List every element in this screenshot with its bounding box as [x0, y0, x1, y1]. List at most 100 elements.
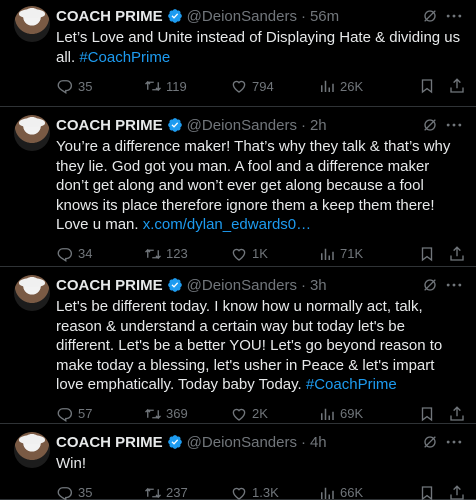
views-icon	[321, 408, 334, 420]
tweet-actions: 57 369 2K 69K	[56, 404, 464, 424]
retweet-button[interactable]: 119	[144, 77, 187, 95]
bookmark-button[interactable]	[418, 405, 440, 423]
views-button[interactable]: 71K	[318, 245, 363, 263]
timeline-feed: COACH PRIME @DeionSanders · 56m Let’s Lo…	[0, 0, 476, 500]
like-icon	[232, 487, 246, 500]
tweet-actions: 35 237 1.3K 66K	[56, 483, 464, 500]
retweet-count: 237	[166, 485, 188, 500]
bookmark-icon	[421, 79, 433, 94]
share-button[interactable]	[448, 405, 470, 423]
like-button[interactable]: 1.3K	[230, 484, 279, 500]
retweet-button[interactable]: 123	[144, 245, 188, 263]
tweet[interactable]: COACH PRIME @DeionSanders · 4h Win! 35 2…	[0, 424, 476, 500]
views-count: 26K	[340, 78, 364, 94]
tweet-header: COACH PRIME @DeionSanders · 2h	[56, 115, 462, 135]
more-icon[interactable]	[444, 432, 464, 452]
timestamp[interactable]: 2h	[310, 117, 327, 134]
tweet-text: You’re a difference maker! That’s why th…	[56, 137, 462, 235]
views-count: 66K	[340, 485, 364, 500]
reply-button[interactable]: 35	[56, 484, 92, 500]
retweet-icon	[145, 248, 161, 259]
tweet[interactable]: COACH PRIME @DeionSanders · 56m Let’s Lo…	[0, 0, 476, 107]
timestamp[interactable]: 3h	[310, 277, 327, 294]
retweet-count: 119	[166, 78, 187, 94]
reply-button[interactable]: 34	[56, 245, 92, 263]
grok-icon[interactable]	[422, 117, 438, 133]
url-link[interactable]: x.com/dylan_edwards0…	[143, 216, 311, 233]
bookmark-icon	[421, 485, 433, 500]
reply-count: 34	[78, 246, 93, 261]
more-icon[interactable]	[444, 275, 464, 295]
retweet-button[interactable]: 237	[144, 484, 188, 500]
separator: ·	[300, 276, 306, 294]
bookmark-button[interactable]	[418, 484, 440, 500]
avatar[interactable]	[14, 115, 50, 151]
tweet-header: COACH PRIME @DeionSanders · 4h	[56, 432, 462, 452]
verified-badge-icon	[167, 118, 182, 132]
grok-icon[interactable]	[422, 277, 438, 293]
avatar[interactable]	[14, 6, 50, 42]
share-icon	[450, 484, 464, 500]
more-icon[interactable]	[444, 6, 464, 26]
views-button[interactable]: 69K	[318, 405, 363, 423]
separator: ·	[300, 433, 306, 451]
tweet-header: COACH PRIME @DeionSanders · 56m	[56, 6, 462, 26]
views-icon	[321, 248, 334, 260]
views-button[interactable]: 66K	[318, 484, 363, 500]
retweet-icon	[145, 408, 161, 419]
retweet-count: 123	[166, 246, 188, 261]
grok-icon[interactable]	[422, 434, 438, 450]
retweet-icon	[145, 80, 161, 92]
reply-icon	[57, 80, 72, 94]
like-button[interactable]: 794	[230, 77, 274, 95]
display-name[interactable]: COACH PRIME	[56, 117, 163, 134]
reply-icon	[57, 407, 72, 422]
like-button[interactable]: 2K	[230, 405, 268, 423]
timestamp[interactable]: 4h	[310, 434, 327, 451]
verified-badge-icon	[167, 9, 182, 23]
reply-button[interactable]: 57	[56, 405, 92, 423]
tweet-text: Let’s Love and Unite instead of Displayi…	[56, 28, 462, 67]
tweet-body: Win!	[56, 455, 86, 472]
hashtag-link[interactable]: #CoachPrime	[79, 49, 170, 66]
reply-icon	[57, 486, 72, 500]
user-handle[interactable]: @DeionSanders	[187, 277, 297, 294]
like-icon	[232, 408, 246, 421]
reply-button[interactable]: 35	[56, 77, 92, 95]
like-button[interactable]: 1K	[230, 245, 268, 263]
tweet-text: Let's be different today. I know how u n…	[56, 297, 462, 395]
share-button[interactable]	[448, 484, 470, 500]
retweet-count: 369	[166, 406, 188, 421]
share-button[interactable]	[448, 77, 470, 95]
more-icon[interactable]	[444, 115, 464, 135]
share-icon	[450, 245, 464, 261]
views-button[interactable]: 26K	[318, 77, 363, 95]
display-name[interactable]: COACH PRIME	[56, 277, 163, 294]
user-handle[interactable]: @DeionSanders	[187, 117, 297, 134]
hashtag-link[interactable]: #CoachPrime	[306, 376, 397, 393]
grok-icon[interactable]	[422, 8, 438, 24]
avatar[interactable]	[14, 275, 50, 311]
like-count: 1K	[252, 246, 268, 261]
share-icon	[450, 78, 464, 93]
tweet[interactable]: COACH PRIME @DeionSanders · 3h Let's be …	[0, 267, 476, 424]
like-count: 1.3K	[252, 485, 279, 500]
display-name[interactable]: COACH PRIME	[56, 434, 163, 451]
tweet-actions: 34 123 1K 71K	[56, 244, 464, 264]
bookmark-icon	[421, 246, 433, 261]
avatar[interactable]	[14, 432, 50, 468]
like-icon	[232, 80, 246, 93]
share-button[interactable]	[448, 245, 470, 263]
bookmark-button[interactable]	[418, 77, 440, 95]
user-handle[interactable]: @DeionSanders	[187, 8, 297, 25]
display-name[interactable]: COACH PRIME	[56, 8, 163, 25]
timestamp[interactable]: 56m	[310, 8, 339, 25]
user-handle[interactable]: @DeionSanders	[187, 434, 297, 451]
separator: ·	[300, 116, 306, 134]
retweet-button[interactable]: 369	[144, 405, 188, 423]
verified-badge-icon	[167, 278, 182, 292]
tweet[interactable]: COACH PRIME @DeionSanders · 2h You’re a …	[0, 107, 476, 267]
reply-icon	[57, 247, 72, 262]
bookmark-button[interactable]	[418, 245, 440, 263]
views-count: 69K	[340, 406, 364, 421]
